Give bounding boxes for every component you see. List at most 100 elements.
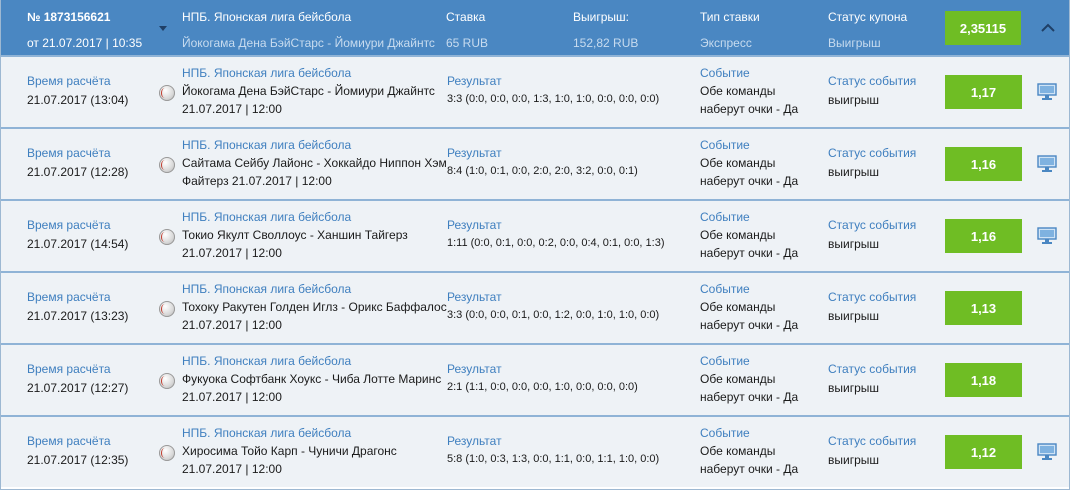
calc-time-label: Время расчёта <box>27 434 111 448</box>
event-line1: Обе команды <box>700 444 776 458</box>
event-row: Время расчёта 21.07.2017 (12:35) НПБ. Яп… <box>1 415 1069 487</box>
result-label: Результат <box>447 362 502 376</box>
calc-time-value: 21.07.2017 (13:23) <box>27 309 129 323</box>
total-coefficient: 2,35115 <box>945 11 1021 45</box>
event-status-label: Статус события <box>828 362 917 376</box>
event-match-line1: Йокогама Дена БэйСтарс - Йомиури Джайнтс <box>182 84 435 98</box>
event-status-label: Статус события <box>828 290 917 304</box>
event-status-value: выигрыш <box>828 165 880 179</box>
event-match-line1: Токио Якулт Своллоус - Ханшин Тайгерз <box>182 228 408 242</box>
result-value: 5:8 (1:0, 0:3, 1:3, 0:0, 1:1, 0:0, 1:1, … <box>447 453 660 465</box>
bet-type-value: Экспресс <box>700 36 752 50</box>
stake-label: Ставка <box>446 10 486 24</box>
event-match-line2: 21.07.2017 | 12:00 <box>182 102 282 116</box>
event-row: Время расчёта 21.07.2017 (12:27) НПБ. Яп… <box>1 343 1069 415</box>
event-coefficient: 1,13 <box>945 291 1022 325</box>
event-label: Событие <box>700 426 750 440</box>
calc-time-value: 21.07.2017 (12:28) <box>27 165 129 179</box>
event-match-line1: Сайтама Сейбу Лайонс - Хоккайдо Ниппон Х… <box>182 156 447 170</box>
event-match-line2: 21.07.2017 | 12:00 <box>182 246 282 260</box>
coupon-league: НПБ. Японская лига бейсбола <box>182 10 352 24</box>
event-status-value: выигрыш <box>828 93 880 107</box>
calc-time-label: Время расчёта <box>27 362 111 376</box>
result-value: 3:3 (0:0, 0:0, 0:1, 0:0, 1:2, 0:0, 1:0, … <box>447 309 660 321</box>
baseball-icon <box>159 301 175 317</box>
chevron-up-icon[interactable] <box>1037 17 1059 39</box>
monitor-icon[interactable] <box>1037 83 1057 101</box>
calc-time-label: Время расчёта <box>27 290 111 304</box>
coupon-status-value: Выигрыш <box>828 36 881 50</box>
event-line1: Обе команды <box>700 228 776 242</box>
event-label: Событие <box>700 282 750 296</box>
event-league[interactable]: НПБ. Японская лига бейсбола <box>182 210 351 224</box>
result-label: Результат <box>447 74 502 88</box>
baseball-icon <box>159 229 175 245</box>
win-value: 152,82 RUB <box>573 36 639 50</box>
event-status-value: выигрыш <box>828 237 880 251</box>
event-coefficient: 1,18 <box>945 363 1022 397</box>
event-league[interactable]: НПБ. Японская лига бейсбола <box>182 66 351 80</box>
event-label: Событие <box>700 210 750 224</box>
event-line1: Обе команды <box>700 84 776 98</box>
result-label: Результат <box>447 146 502 160</box>
event-coefficient: 1,16 <box>945 219 1022 253</box>
event-label: Событие <box>700 354 750 368</box>
event-label: Событие <box>700 138 750 152</box>
event-league[interactable]: НПБ. Японская лига бейсбола <box>182 138 351 152</box>
event-line1: Обе команды <box>700 300 776 314</box>
caret-down-icon[interactable] <box>159 26 167 31</box>
event-status-label: Статус события <box>828 146 917 160</box>
coupon-date: от 21.07.2017 | 10:35 <box>27 36 143 50</box>
calc-time-label: Время расчёта <box>27 146 111 160</box>
event-status-label: Статус события <box>828 74 917 88</box>
coupon-card: № 1873156621 от 21.07.2017 | 10:35 НПБ. … <box>0 0 1070 490</box>
event-match-line2: 21.07.2017 | 12:00 <box>182 462 282 476</box>
bet-type-label: Тип ставки <box>700 10 760 24</box>
event-status-value: выигрыш <box>828 309 880 323</box>
result-label: Результат <box>447 290 502 304</box>
event-line2: наберут очки - Да <box>700 174 799 188</box>
event-row: Время расчёта 21.07.2017 (14:54) НПБ. Яп… <box>1 199 1069 271</box>
event-row: Время расчёта 21.07.2017 (12:28) НПБ. Яп… <box>1 127 1069 199</box>
event-coefficient: 1,17 <box>945 75 1022 109</box>
result-value: 8:4 (1:0, 0:1, 0:0, 2:0, 2:0, 3:2, 0:0, … <box>447 165 638 177</box>
baseball-icon <box>159 85 175 101</box>
result-value: 3:3 (0:0, 0:0, 0:0, 1:3, 1:0, 1:0, 0:0, … <box>447 93 660 105</box>
event-league[interactable]: НПБ. Японская лига бейсбола <box>182 282 351 296</box>
event-label: Событие <box>700 66 750 80</box>
win-label: Выигрыш: <box>573 10 629 24</box>
event-match-line1: Тохоку Ракутен Голден Иглз - Орикс Баффа… <box>182 300 447 314</box>
calc-time-value: 21.07.2017 (12:27) <box>27 381 129 395</box>
coupon-header[interactable]: № 1873156621 от 21.07.2017 | 10:35 НПБ. … <box>1 0 1069 55</box>
event-row: Время расчёта 21.07.2017 (13:23) НПБ. Яп… <box>1 271 1069 343</box>
calc-time-value: 21.07.2017 (12:35) <box>27 453 129 467</box>
monitor-icon[interactable] <box>1037 155 1057 173</box>
monitor-icon[interactable] <box>1037 227 1057 245</box>
baseball-icon <box>159 373 175 389</box>
coupon-match: Йокогама Дена БэйСтарс - Йомиури Джайнтс <box>182 36 435 50</box>
baseball-icon <box>159 157 175 173</box>
result-label: Результат <box>447 218 502 232</box>
event-status-value: выигрыш <box>828 381 880 395</box>
event-coefficient: 1,12 <box>945 435 1022 469</box>
result-value: 2:1 (1:1, 0:0, 0:0, 0:0, 1:0, 0:0, 0:0, … <box>447 381 638 393</box>
stake-value: 65 RUB <box>446 36 489 50</box>
event-line2: наберут очки - Да <box>700 318 799 332</box>
event-league[interactable]: НПБ. Японская лига бейсбола <box>182 426 351 440</box>
event-line2: наберут очки - Да <box>700 462 799 476</box>
event-coefficient: 1,16 <box>945 147 1022 181</box>
baseball-icon <box>159 445 175 461</box>
calc-time-label: Время расчёта <box>27 218 111 232</box>
event-line1: Обе команды <box>700 372 776 386</box>
event-line2: наберут очки - Да <box>700 390 799 404</box>
event-match-line1: Хиросима Тойо Карп - Чуничи Драгонс <box>182 444 397 458</box>
event-status-label: Статус события <box>828 218 917 232</box>
monitor-icon[interactable] <box>1037 443 1057 461</box>
event-match-line1: Фукуока Софтбанк Хоукс - Чиба Лотте Мари… <box>182 372 442 386</box>
calc-time-value: 21.07.2017 (14:54) <box>27 237 129 251</box>
event-status-label: Статус события <box>828 434 917 448</box>
event-match-line2: 21.07.2017 | 12:00 <box>182 390 282 404</box>
event-line2: наберут очки - Да <box>700 102 799 116</box>
calc-time-label: Время расчёта <box>27 74 111 88</box>
event-league[interactable]: НПБ. Японская лига бейсбола <box>182 354 351 368</box>
